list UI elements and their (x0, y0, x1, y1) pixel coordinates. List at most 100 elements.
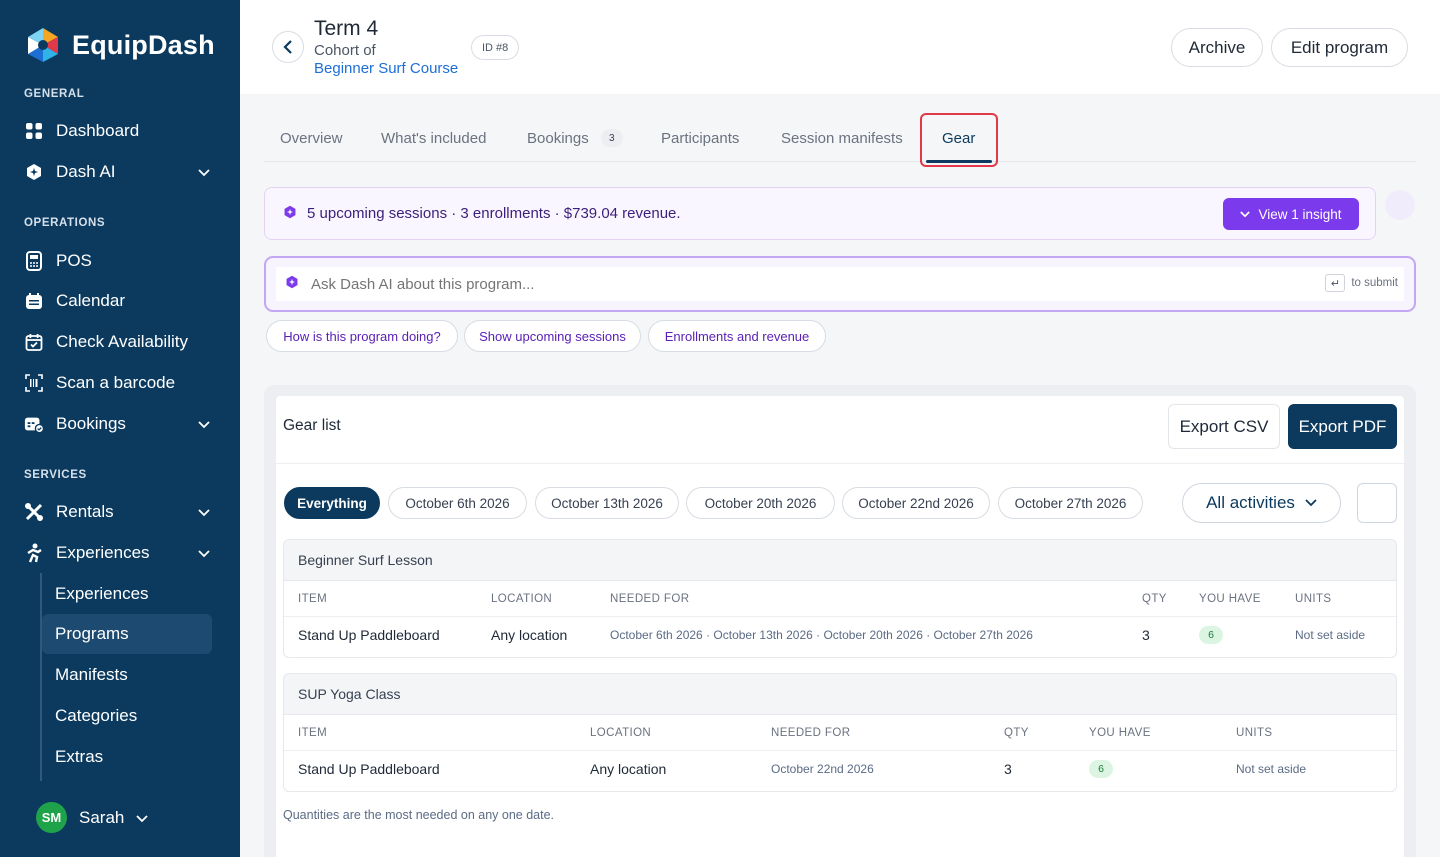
user-menu[interactable]: SM Sarah (36, 802, 149, 833)
ai-hexagon-icon (283, 205, 297, 223)
sidebar-subitem-extras[interactable]: Extras (42, 737, 212, 777)
ask-ai-input[interactable] (311, 275, 1211, 293)
gear-list-title: Gear list (283, 417, 341, 434)
pos-icon (24, 251, 44, 271)
table-row: Stand Up Paddleboard Any location Octobe… (284, 617, 1396, 653)
brand-name: EquipDash (72, 29, 215, 60)
page-header: Term 4 Cohort of Beginner Surf Course ID… (240, 0, 1440, 94)
enter-key-icon: ↵ (1325, 274, 1346, 292)
calendar-check-icon (24, 332, 44, 352)
insight-text: 5 upcoming sessions · 3 enrollments · $7… (307, 205, 681, 222)
chevron-down-icon (198, 502, 210, 522)
id-badge: ID #8 (471, 35, 520, 60)
ai-hexagon-icon (24, 162, 44, 182)
date-filter-chip[interactable]: October 13th 2026 (535, 487, 679, 519)
item-cell: Stand Up Paddleboard (298, 627, 440, 643)
activities-dropdown[interactable]: All activities (1182, 483, 1341, 523)
date-filter-chip[interactable]: October 6th 2026 (388, 487, 527, 519)
tab-label: Overview (280, 129, 343, 147)
sidebar-item-dash-ai[interactable]: Dash AI (24, 154, 218, 190)
date-filter-chip[interactable]: October 27th 2026 (998, 487, 1143, 519)
sidebar-subitem-experiences[interactable]: Experiences (42, 574, 212, 614)
suggestion-chip[interactable]: How is this program doing? (266, 320, 458, 352)
export-csv-button[interactable]: Export CSV (1168, 404, 1280, 449)
sidebar-item-dashboard[interactable]: Dashboard (24, 113, 218, 149)
sidebar-item-label: POS (56, 251, 92, 270)
gear-group-title: SUP Yoga Class (284, 674, 1396, 715)
tab-overview[interactable]: Overview (280, 114, 343, 162)
ask-ai-field: ↵ to submit (276, 267, 1404, 301)
column-header: YOU HAVE (1089, 726, 1151, 739)
sidebar-item-label: Experiences (56, 543, 150, 562)
cohort-label: Cohort of (314, 42, 376, 59)
tab-bar: Overview What's included Bookings 3 Parti… (264, 114, 1416, 162)
units-cell: Not set aside (1236, 762, 1307, 776)
chevron-down-icon (1240, 210, 1251, 217)
view-insight-button[interactable]: View 1 insight (1223, 198, 1359, 230)
chevron-down-icon (198, 414, 210, 434)
tab-whats-included[interactable]: What's included (381, 114, 486, 162)
column-header: QTY (1142, 592, 1167, 605)
sidebar-item-pos[interactable]: POS (24, 243, 218, 279)
column-header: ITEM (298, 592, 328, 605)
sidebar-subitem-programs[interactable]: Programs (42, 614, 212, 654)
date-filter-chip[interactable]: October 20th 2026 (686, 487, 835, 519)
sidebar-subitem-manifests[interactable]: Manifests (42, 655, 212, 695)
sidebar-item-rentals[interactable]: Rentals (24, 494, 218, 530)
sidebar-item-bookings[interactable]: Bookings (24, 406, 218, 442)
sidebar-item-experiences[interactable]: Experiences (24, 535, 218, 571)
grid-icon (24, 121, 44, 141)
sidebar-item-label: Dash AI (56, 162, 116, 181)
ai-hexagon-icon (285, 275, 299, 294)
sidebar-item-calendar[interactable]: Calendar (24, 283, 218, 319)
tab-highlight-outline (920, 113, 998, 167)
sidebar-item-scan-barcode[interactable]: Scan a barcode (24, 365, 218, 401)
column-header: QTY (1004, 726, 1029, 739)
date-filter-everything[interactable]: Everything (284, 487, 380, 519)
sidebar-item-check-availability[interactable]: Check Availability (24, 324, 218, 360)
tab-bookings[interactable]: Bookings 3 (527, 114, 623, 162)
table-row: Stand Up Paddleboard Any location Octobe… (284, 751, 1396, 787)
suggestion-chip[interactable]: Enrollments and revenue (648, 320, 826, 352)
sidebar-subitem-categories[interactable]: Categories (42, 696, 212, 736)
tab-label: Bookings (527, 129, 589, 147)
activities-label: All activities (1206, 493, 1295, 512)
view-insight-label: View 1 insight (1258, 206, 1342, 222)
units-cell: Not set aside (1295, 628, 1366, 642)
options-button[interactable] (1357, 483, 1397, 523)
page-title: Term 4 (314, 17, 379, 40)
qty-cell: 3 (1004, 761, 1012, 777)
equipdash-logo-icon (24, 26, 62, 64)
course-link[interactable]: Beginner Surf Course (314, 60, 458, 77)
sidebar-item-label: Bookings (56, 414, 126, 433)
export-pdf-button[interactable]: Export PDF (1288, 404, 1397, 449)
tab-participants[interactable]: Participants (661, 114, 739, 162)
edit-program-button[interactable]: Edit program (1271, 28, 1408, 67)
sidebar-item-label: Rentals (56, 502, 114, 521)
insight-dismiss-button[interactable] (1385, 190, 1415, 220)
location-cell: Any location (491, 627, 568, 643)
archive-button[interactable]: Archive (1171, 28, 1263, 67)
section-general: GENERAL (24, 88, 85, 100)
sidebar-item-label: Dashboard (56, 121, 140, 140)
tab-label: Participants (661, 129, 740, 147)
sidebar: EquipDash GENERAL Dashboard Dash AI OPER… (0, 0, 240, 857)
chevron-left-icon (283, 40, 292, 54)
column-header: LOCATION (590, 726, 652, 739)
suggestion-chip[interactable]: Show upcoming sessions (464, 320, 641, 352)
back-button[interactable] (272, 31, 304, 63)
tab-label: Session manifests (781, 129, 903, 147)
sidebar-item-label: Scan a barcode (56, 373, 176, 392)
gear-group-title: Beginner Surf Lesson (284, 540, 1396, 581)
chevron-down-icon (198, 543, 210, 563)
location-cell: Any location (590, 761, 667, 777)
qty-cell: 3 (1142, 627, 1150, 643)
tab-label: What's included (381, 129, 487, 147)
column-header: UNITS (1236, 726, 1273, 739)
tab-session-manifests[interactable]: Session manifests (781, 114, 903, 162)
submit-hint-text: to submit (1351, 277, 1398, 289)
brand-logo[interactable]: EquipDash (24, 26, 215, 64)
table-header: ITEM LOCATION NEEDED FOR QTY YOU HAVE UN… (284, 715, 1396, 751)
date-filter-chip[interactable]: October 22nd 2026 (842, 487, 990, 519)
gear-footnote: Quantities are the most needed on any on… (283, 808, 555, 822)
